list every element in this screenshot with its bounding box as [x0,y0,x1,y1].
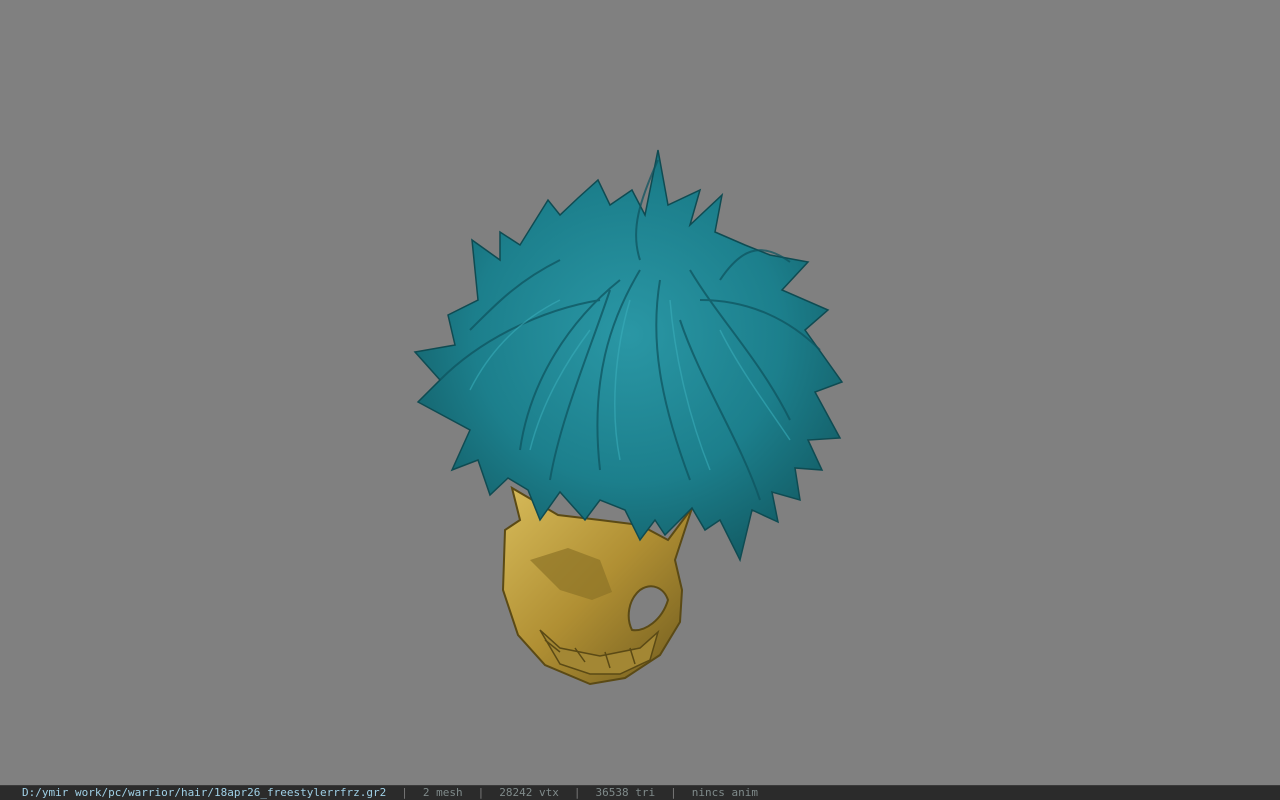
anim-status: nincs anim [691,786,758,799]
separator: | [401,786,408,799]
separator: | [573,786,581,799]
3d-viewport[interactable] [0,0,1280,785]
mesh-count: 2 mesh [422,786,463,799]
vertex-count: 28242 vtx [499,786,559,799]
model-render [413,149,844,686]
triangle-count: 36538 tri [595,786,656,799]
separator: | [477,786,485,799]
separator: | [670,786,677,799]
hair-mesh [413,149,844,563]
file-path: D:/ymir work/pc/warrior/hair/18apr26_fre… [22,786,387,799]
status-bar: D:/ymir work/pc/warrior/hair/18apr26_fre… [0,785,1280,800]
